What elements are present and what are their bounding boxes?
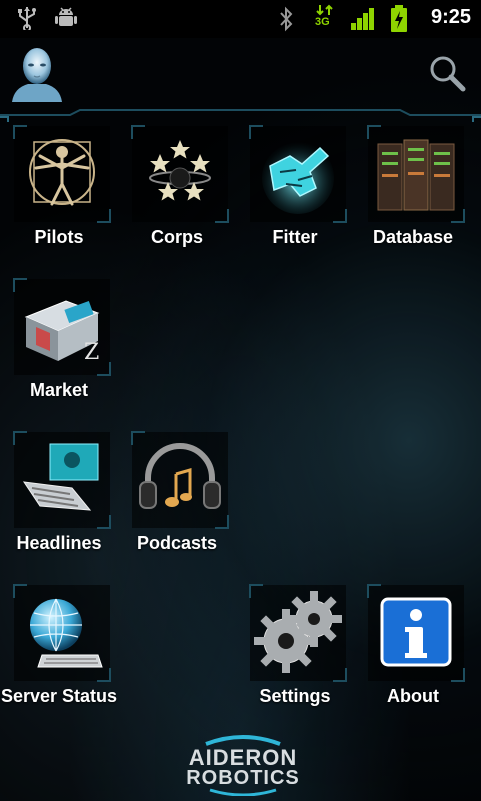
tile-frame (367, 584, 465, 682)
tile-fitter[interactable]: Fitter (236, 125, 354, 276)
search-icon[interactable] (428, 54, 466, 92)
pilots-icon (29, 139, 95, 206)
bluetooth-icon (280, 6, 293, 32)
tile-label: Podcasts (136, 533, 218, 553)
market-icon: Z (24, 300, 100, 365)
tile-label: About (387, 686, 439, 706)
tile-market[interactable]: Z Market (0, 278, 118, 429)
tile-label: Database (372, 227, 454, 247)
tile-corps[interactable]: Corps (118, 125, 236, 276)
tile-pilots[interactable]: Pilots (0, 125, 118, 276)
android-debug-icon (55, 7, 77, 26)
clock: 9:25 (430, 6, 471, 28)
tile-database[interactable]: Database (354, 125, 472, 276)
tile-frame (249, 125, 347, 223)
tile-frame (13, 431, 111, 529)
tile-frame (131, 431, 229, 529)
tile-frame: Z (13, 278, 111, 376)
fitter-icon (262, 142, 334, 214)
aideron-robotics-logo: AIDERON ROBOTICS (186, 735, 300, 796)
database-icon (377, 139, 455, 211)
usb-icon (18, 7, 36, 30)
tile-podcasts[interactable]: Podcasts (118, 431, 236, 582)
battery-charging-icon (391, 5, 407, 32)
settings-icon (254, 591, 342, 673)
svg-text:ROBOTICS: ROBOTICS (186, 767, 300, 789)
tile-label: Server Status (0, 686, 118, 706)
status-bar: 3G 9:25 (0, 0, 481, 38)
pilot-avatar-icon[interactable] (8, 44, 66, 102)
signal-icon (351, 8, 374, 30)
tile-frame (249, 584, 347, 682)
tile-frame (13, 584, 111, 682)
tile-server-status[interactable]: Server Status (0, 584, 118, 735)
tile-frame (131, 125, 229, 223)
tile-about[interactable]: About (354, 584, 472, 735)
data-arrows-icon: 3G (314, 4, 336, 34)
header-divider (0, 109, 481, 122)
about-icon (380, 597, 452, 667)
headlines-icon (22, 443, 99, 511)
tile-frame (13, 125, 111, 223)
network-type-label: 3G (315, 16, 330, 28)
tile-label: Market (29, 380, 89, 400)
corps-icon (149, 140, 211, 201)
svg-text:Z: Z (84, 340, 99, 365)
server-status-icon (30, 598, 103, 668)
podcasts-icon (139, 443, 221, 509)
tile-frame (367, 125, 465, 223)
tile-settings[interactable]: Settings (236, 584, 354, 735)
tile-headlines[interactable]: Headlines (0, 431, 118, 582)
